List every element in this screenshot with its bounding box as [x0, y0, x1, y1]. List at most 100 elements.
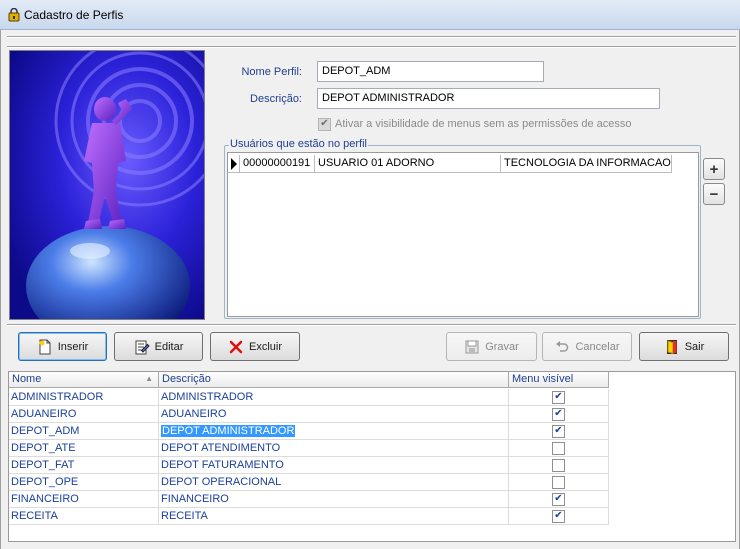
nome-perfil-input[interactable]: DEPOT_ADM: [317, 61, 544, 82]
cell-descricao[interactable]: DEPOT ATENDIMENTO: [159, 440, 509, 457]
grid-rows: ADMINISTRADOR ADMINISTRADOR ✔ ADUANEIRO ADUA…: [9, 389, 609, 525]
app-lock-icon: [8, 8, 20, 22]
menu-visible-checkbox[interactable]: [552, 441, 565, 455]
visibility-checkbox-row[interactable]: ✔ Ativar a visibilidade de menus sem as …: [318, 116, 632, 132]
cell-descricao[interactable]: DEPOT FATURAMENTO: [159, 457, 509, 474]
delete-x-icon: [229, 340, 243, 353]
sort-up-icon: ▲: [145, 374, 153, 383]
cell-nome[interactable]: DEPOT_OPE: [9, 474, 159, 491]
cell-descricao-text: DEPOT OPERACIONAL: [161, 476, 282, 488]
header-descricao-label: Descrição: [162, 373, 211, 385]
cell-descricao-text: ADUANEIRO: [161, 408, 227, 420]
window-title: Cadastro de Perfis: [24, 8, 124, 22]
descricao-label: Descrição:: [250, 93, 302, 105]
menu-visible-checkbox[interactable]: ✔: [552, 424, 565, 438]
cell-descricao[interactable]: ADUANEIRO: [159, 406, 509, 423]
cell-descricao[interactable]: FINANCEIRO: [159, 491, 509, 508]
gravar-button[interactable]: Gravar: [446, 332, 537, 361]
cell-menu-visivel[interactable]: [509, 474, 609, 491]
cell-menu-visivel[interactable]: [509, 440, 609, 457]
cell-descricao-text: DEPOT FATURAMENTO: [161, 459, 284, 471]
undo-arrow-icon: [556, 340, 569, 352]
cell-descricao-text: RECEITA: [161, 510, 208, 522]
cell-menu-visivel[interactable]: ✔: [509, 508, 609, 525]
descricao-input[interactable]: DEPOT ADMINISTRADOR: [317, 88, 660, 109]
menu-visible-checkbox[interactable]: ✔: [552, 390, 565, 404]
sair-label: Sair: [684, 340, 705, 353]
cell-descricao-text: FINANCEIRO: [161, 493, 229, 505]
users-grid[interactable]: 00000000191 USUARIO 01 ADORNO TECNOLOGIA…: [227, 152, 699, 317]
table-row[interactable]: DEPOT_OPE DEPOT OPERACIONAL: [9, 474, 609, 491]
cell-nome[interactable]: RECEITA: [9, 508, 159, 525]
button-bar-divider: [7, 324, 736, 326]
cell-nome[interactable]: FINANCEIRO: [9, 491, 159, 508]
cell-descricao[interactable]: ADMINISTRADOR: [159, 389, 509, 406]
minus-icon: −: [709, 185, 719, 203]
table-row[interactable]: DEPOT_FAT DEPOT FATURAMENTO: [9, 457, 609, 474]
cell-menu-visivel[interactable]: ✔: [509, 389, 609, 406]
cell-nome[interactable]: ADMINISTRADOR: [9, 389, 159, 406]
header-menu-visivel[interactable]: Menu visível: [509, 372, 609, 388]
visibility-checkbox[interactable]: ✔: [318, 117, 331, 131]
cell-descricao[interactable]: DEPOT ADMINISTRADOR: [159, 423, 509, 440]
menu-visible-checkbox[interactable]: ✔: [552, 492, 565, 506]
save-floppy-icon: [465, 340, 479, 353]
add-user-button[interactable]: +: [703, 158, 725, 180]
title-bar: Cadastro de Perfis: [0, 0, 740, 30]
table-row[interactable]: FINANCEIRO FINANCEIRO ✔: [9, 491, 609, 508]
table-row[interactable]: DEPOT_ADM DEPOT ADMINISTRADOR ✔: [9, 423, 609, 440]
cell-nome[interactable]: DEPOT_ATE: [9, 440, 159, 457]
visibility-checkbox-label: Ativar a visibilidade de menus sem as pe…: [335, 118, 632, 130]
header-nome[interactable]: Nome ▲: [9, 372, 159, 388]
cell-menu-visivel[interactable]: ✔: [509, 423, 609, 440]
cell-menu-visivel[interactable]: ✔: [509, 406, 609, 423]
editar-label: Editar: [154, 340, 184, 353]
grid-header: Nome ▲ Descrição Menu visível: [9, 372, 609, 388]
user-dept-cell[interactable]: TECNOLOGIA DA INFORMACAO: [501, 155, 672, 173]
editar-button[interactable]: Editar: [114, 332, 203, 361]
sair-button[interactable]: Sair: [639, 332, 729, 361]
table-row[interactable]: DEPOT_ATE DEPOT ATENDIMENTO: [9, 440, 609, 457]
cell-menu-visivel[interactable]: ✔: [509, 491, 609, 508]
inserir-button[interactable]: Inserir: [18, 332, 107, 361]
users-group-title: Usuários que estão no perfil: [229, 138, 368, 150]
users-row[interactable]: 00000000191 USUARIO 01 ADORNO TECNOLOGIA…: [228, 155, 672, 173]
exit-door-icon: [666, 339, 677, 354]
cell-descricao[interactable]: DEPOT OPERACIONAL: [159, 474, 509, 491]
cell-nome[interactable]: ADUANEIRO: [9, 406, 159, 423]
user-name-cell[interactable]: USUARIO 01 ADORNO: [315, 155, 501, 173]
new-document-icon: [39, 339, 51, 354]
cell-descricao-text: DEPOT ATENDIMENTO: [161, 442, 281, 454]
menu-visible-checkbox[interactable]: [552, 458, 565, 472]
row-indicator-icon: [228, 155, 240, 173]
header-menu-label: Menu visível: [512, 373, 574, 385]
menu-visible-checkbox[interactable]: ✔: [552, 407, 565, 421]
user-code-cell[interactable]: 00000000191: [240, 155, 315, 173]
profiles-grid[interactable]: Nome ▲ Descrição Menu visível ADMINISTRA…: [8, 371, 736, 542]
remove-user-button[interactable]: −: [703, 183, 725, 205]
nome-perfil-label: Nome Perfil:: [241, 66, 302, 78]
table-row[interactable]: ADMINISTRADOR ADMINISTRADOR ✔: [9, 389, 609, 406]
excluir-button[interactable]: Excluir: [210, 332, 300, 361]
table-row[interactable]: ADUANEIRO ADUANEIRO ✔: [9, 406, 609, 423]
header-nome-label: Nome: [12, 373, 42, 385]
gravar-label: Gravar: [485, 340, 519, 353]
menu-visible-checkbox[interactable]: [552, 475, 565, 489]
cell-nome[interactable]: DEPOT_ADM: [9, 423, 159, 440]
cell-menu-visivel[interactable]: [509, 457, 609, 474]
top-divider-2: [7, 46, 736, 48]
header-descricao[interactable]: Descrição: [159, 372, 509, 388]
menu-visible-checkbox[interactable]: ✔: [552, 509, 565, 523]
inserir-label: Inserir: [57, 340, 89, 353]
cell-descricao-text: DEPOT ADMINISTRADOR: [161, 425, 296, 437]
top-divider: [7, 36, 736, 38]
cancelar-button[interactable]: Cancelar: [542, 332, 632, 361]
cell-descricao-text: ADMINISTRADOR: [161, 391, 254, 403]
excluir-label: Excluir: [248, 340, 282, 353]
table-row[interactable]: RECEITA RECEITA ✔: [9, 508, 609, 525]
cancelar-label: Cancelar: [575, 340, 620, 353]
plus-icon: +: [709, 160, 719, 178]
edit-document-icon: [135, 340, 150, 354]
cell-descricao[interactable]: RECEITA: [159, 508, 509, 525]
cell-nome[interactable]: DEPOT_FAT: [9, 457, 159, 474]
